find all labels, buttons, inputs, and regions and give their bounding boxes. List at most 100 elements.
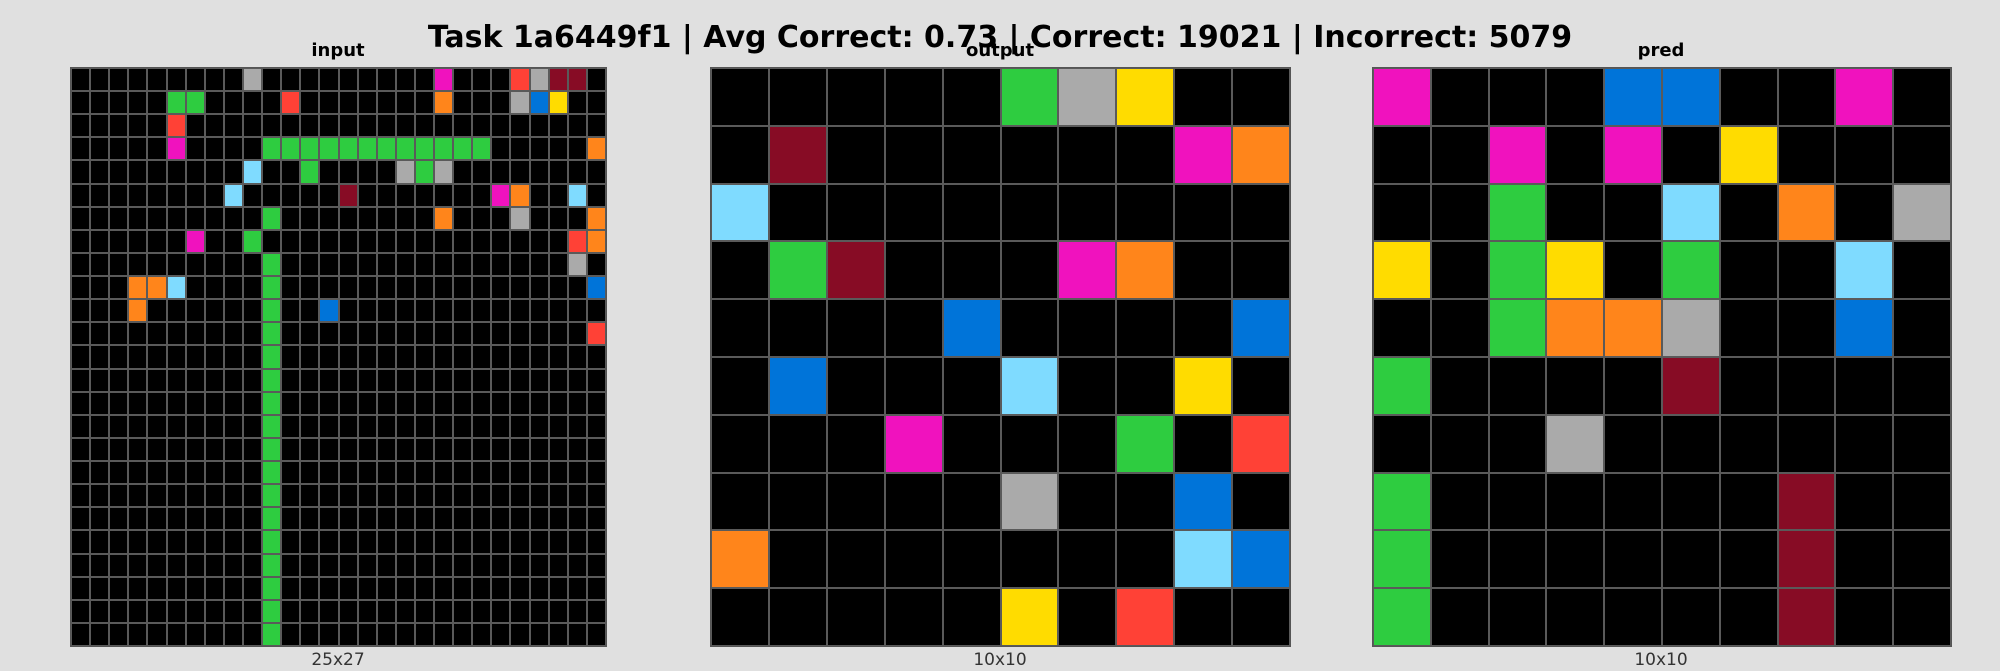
grid-cell [281,229,301,253]
grid-cell [281,507,301,531]
grid-cell [414,252,435,277]
grid-cell [510,414,530,438]
grid-cell [548,599,568,623]
grid-cell [376,91,396,115]
grid-cell [109,461,129,485]
grid-cell [414,553,435,577]
grid-cell [491,414,511,438]
grid-cell [357,345,377,369]
grid-cell [281,299,301,323]
grid-cell [223,391,243,415]
grid-cell [166,576,186,600]
grid-cell [826,125,885,184]
grid-cell [166,368,186,392]
grid-cell [147,368,167,392]
grid-cell [90,114,110,138]
grid-cell [185,229,205,253]
grid-cell [453,414,473,438]
grid-cell [147,391,167,415]
grid-cell [376,414,396,438]
grid-cell [166,252,186,277]
grid-cell [1604,530,1662,589]
grid-cell [529,91,549,115]
grid-cell [1232,241,1290,300]
grid-cell [510,252,530,277]
grid-cell [434,553,454,577]
grid-cell [510,160,530,184]
grid-cell [586,622,606,646]
grid-cell [147,160,167,184]
grid-cell [223,114,243,138]
grid-cell [300,229,320,253]
grid-cell [1546,472,1605,531]
grid-cell [90,599,110,623]
grid-cell [319,68,339,92]
grid-cell [884,472,943,531]
grid-cell [281,553,301,577]
grid-cell [548,368,568,392]
grid-cell [395,507,415,531]
grid-cell [71,160,91,184]
grid-cell [376,484,396,508]
grid-cell [319,530,339,554]
grid-cell [1777,125,1836,184]
grid-cell [281,414,301,438]
grid-cell [223,437,243,462]
grid-cell [529,68,549,92]
grid-cell [281,484,301,508]
grid-cell [472,160,492,184]
grid-cell [453,183,473,207]
grid-cell [1373,588,1431,646]
grid-cell [1373,530,1431,589]
grid-cell [338,484,358,508]
grid-cell [567,345,587,369]
grid-cell [453,599,473,623]
grid-cell [1373,414,1431,473]
grid-cell [768,414,827,473]
grid-cell [262,299,282,323]
grid-cell [147,507,167,531]
grid-cell [204,530,224,554]
grid-cell [128,68,148,92]
grid-cell [1430,125,1489,184]
grid-cell [185,183,205,207]
grid-cell [147,553,167,577]
grid-cell [529,252,549,277]
grid-cell [357,183,377,207]
grid-cell [434,414,454,438]
grid-cell [71,206,91,230]
grid-cell [376,461,396,485]
grid-cell [1116,530,1175,589]
grid-cell [204,484,224,508]
grid-cell [434,484,454,508]
grid-cell [395,530,415,554]
grid-cell [529,137,549,161]
grid-cell [109,553,129,577]
grid-cell [109,437,129,462]
grid-cell [1835,472,1894,531]
grid-cell [434,160,454,184]
grid-cell [185,507,205,531]
grid-cell [548,345,568,369]
grid-cell [281,68,301,92]
grid-cell [128,507,148,531]
grid-cell [567,299,587,323]
grid-cell [711,530,769,589]
grid-cell [338,391,358,415]
grid-cell [71,345,91,369]
grid-cell [434,622,454,646]
grid-cell [1661,299,1720,357]
grid-cell [204,137,224,161]
grid-cell [472,553,492,577]
grid-cell [109,91,129,115]
grid-cell [510,183,530,207]
grid-cell [1058,530,1117,589]
grid-cell [166,137,186,161]
grid-cell [262,414,282,438]
grid-cell [1604,299,1662,357]
grid-cell [1116,356,1175,415]
grid-cell [453,553,473,577]
grid-cell [884,68,943,126]
grid-cell [204,437,224,462]
grid-cell [491,368,511,392]
